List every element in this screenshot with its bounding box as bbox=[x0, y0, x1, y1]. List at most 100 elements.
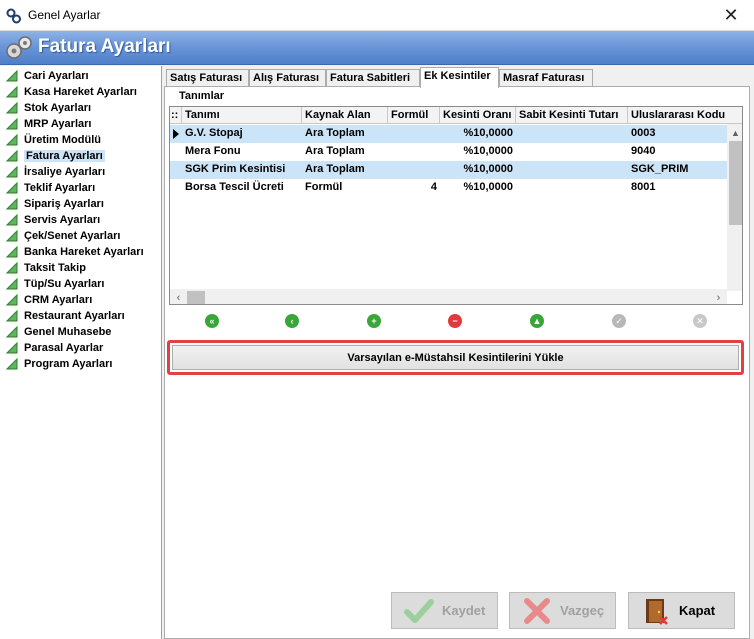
column-header-tanimi[interactable]: Tanımı bbox=[182, 107, 302, 124]
cell-kesinti-orani[interactable]: %10,0000 bbox=[440, 179, 516, 197]
cell-formul[interactable] bbox=[388, 143, 440, 161]
cell-kaynak-alan[interactable]: Ara Toplam bbox=[302, 143, 388, 161]
cell-sabit-kesinti-tutari[interactable] bbox=[516, 125, 628, 143]
sidebar-item-restaurant-ayarları[interactable]: Restaurant Ayarları bbox=[0, 308, 161, 324]
column-header-kesinti-orani[interactable]: Kesinti Oranı bbox=[440, 107, 516, 124]
tab-satis-faturasi[interactable]: Satış Faturası bbox=[166, 69, 249, 87]
sidebar-item-taksit-takip[interactable]: Taksit Takip bbox=[0, 260, 161, 276]
close-button[interactable]: Kapat bbox=[628, 592, 735, 629]
table-row[interactable]: SGK Prim Kesintisi Ara Toplam %10,0000 S… bbox=[170, 161, 727, 179]
grid-header: :: Tanımı Kaynak Alan Formül Kesinti Ora… bbox=[170, 107, 742, 124]
scroll-up-icon[interactable]: ▲ bbox=[727, 124, 742, 141]
cell-kesinti-orani[interactable]: %10,0000 bbox=[440, 143, 516, 161]
sidebar-item-label: Çek/Senet Ayarları bbox=[24, 230, 121, 242]
cell-formul[interactable] bbox=[388, 125, 440, 143]
sidebar-item-servis-ayarları[interactable]: Servis Ayarları bbox=[0, 212, 161, 228]
tab-fatura-sabitleri[interactable]: Fatura Sabitleri bbox=[326, 69, 420, 87]
sidebar-item-parasal-ayarlar[interactable]: Parasal Ayarlar bbox=[0, 340, 161, 356]
column-header-uluslararasi-kodu[interactable]: Uluslararası Kodu bbox=[628, 107, 727, 124]
close-button-label: Kapat bbox=[679, 603, 716, 618]
vertical-scroll-thumb[interactable] bbox=[729, 141, 742, 225]
sidebar-item-teklif-ayarları[interactable]: Teklif Ayarları bbox=[0, 180, 161, 196]
current-row-indicator-icon bbox=[173, 129, 179, 139]
cell-formul[interactable] bbox=[388, 161, 440, 179]
cross-icon bbox=[524, 597, 550, 624]
load-default-deductions-button[interactable]: Varsayılan e-Müstahsil Kesintilerini Yük… bbox=[172, 345, 739, 370]
table-row[interactable]: G.V. Stopaj Ara Toplam %10,0000 0003 bbox=[170, 125, 727, 143]
settings-sidebar: Cari Ayarları Kasa Hareket Ayarları Stok A… bbox=[0, 66, 162, 639]
cell-sabit-kesinti-tutari[interactable] bbox=[516, 161, 628, 179]
cell-kaynak-alan[interactable]: Formül bbox=[302, 179, 388, 197]
cancel-button[interactable]: Vazgeç bbox=[509, 592, 616, 629]
cell-tanimi[interactable]: Mera Fonu bbox=[182, 143, 302, 161]
table-row[interactable]: Mera Fonu Ara Toplam %10,0000 9040 bbox=[170, 143, 727, 161]
sidebar-item-fatura-ayarları[interactable]: Fatura Ayarları bbox=[0, 148, 161, 164]
window-title: Genel Ayarlar bbox=[28, 8, 101, 22]
cell-tanimi[interactable]: SGK Prim Kesintisi bbox=[182, 161, 302, 179]
sidebar-item-tüp-su-ayarları[interactable]: Tüp/Su Ayarları bbox=[0, 276, 161, 292]
sidebar-item-çek-senet-ayarları[interactable]: Çek/Senet Ayarları bbox=[0, 228, 161, 244]
save-button[interactable]: Kaydet bbox=[391, 592, 498, 629]
cell-formul[interactable]: 4 bbox=[388, 179, 440, 197]
sidebar-item-crm-ayarları[interactable]: CRM Ayarları bbox=[0, 292, 161, 308]
sidebar-item-cari-ayarları[interactable]: Cari Ayarları bbox=[0, 68, 161, 84]
table-row[interactable]: Borsa Tescil Ücreti Formül 4 %10,0000 80… bbox=[170, 179, 727, 197]
sidebar-item-label: Genel Muhasebe bbox=[24, 326, 112, 338]
green-triangle-icon bbox=[6, 310, 18, 322]
tab-alis-faturasi[interactable]: Alış Faturası bbox=[249, 69, 326, 87]
sidebar-item-label: Teklif Ayarları bbox=[24, 182, 96, 194]
cell-uluslararasi-kodu[interactable]: 9040 bbox=[628, 143, 727, 161]
sidebar-item-kasa-hareket-ayarları[interactable]: Kasa Hareket Ayarları bbox=[0, 84, 161, 100]
cell-uluslararasi-kodu[interactable]: SGK_PRIM bbox=[628, 161, 727, 179]
first-record-icon[interactable]: « bbox=[205, 314, 219, 328]
prev-record-icon[interactable]: ‹ bbox=[285, 314, 299, 328]
cancel-record-icon[interactable]: ✕ bbox=[693, 314, 707, 328]
column-header-formul[interactable]: Formül bbox=[388, 107, 440, 124]
scroll-right-icon[interactable]: › bbox=[710, 289, 727, 304]
sidebar-item-label: Sipariş Ayarları bbox=[24, 198, 104, 210]
sidebar-item-label: Restaurant Ayarları bbox=[24, 310, 125, 322]
sidebar-item-banka-hareket-ayarları[interactable]: Banka Hareket Ayarları bbox=[0, 244, 161, 260]
horizontal-scrollbar[interactable]: ‹ › bbox=[170, 289, 727, 304]
close-window-button[interactable]: ✕ bbox=[708, 0, 754, 31]
sidebar-item-sipariş-ayarları[interactable]: Sipariş Ayarları bbox=[0, 196, 161, 212]
deductions-grid[interactable]: :: Tanımı Kaynak Alan Formül Kesinti Ora… bbox=[169, 106, 743, 305]
app-icon bbox=[6, 8, 21, 24]
cell-uluslararasi-kodu[interactable]: 8001 bbox=[628, 179, 727, 197]
sidebar-item-mrp-ayarları[interactable]: MRP Ayarları bbox=[0, 116, 161, 132]
cell-sabit-kesinti-tutari[interactable] bbox=[516, 143, 628, 161]
sidebar-item-stok-ayarları[interactable]: Stok Ayarları bbox=[0, 100, 161, 116]
sidebar-item-genel-muhasebe[interactable]: Genel Muhasebe bbox=[0, 324, 161, 340]
column-header-sabit-kesinti-tutari[interactable]: Sabit Kesinti Tutarı bbox=[516, 107, 628, 124]
load-button-highlight: Varsayılan e-Müstahsil Kesintilerini Yük… bbox=[167, 340, 744, 375]
tab-ek-kesintiler[interactable]: Ek Kesintiler bbox=[420, 67, 499, 88]
sidebar-item-üretim-modülü[interactable]: Üretim Modülü bbox=[0, 132, 161, 148]
record-navigator: « ‹ + − ▲ ✓ ✕ bbox=[169, 308, 743, 334]
column-header-kaynak-alan[interactable]: Kaynak Alan bbox=[302, 107, 388, 124]
cell-kaynak-alan[interactable]: Ara Toplam bbox=[302, 161, 388, 179]
cell-kesinti-orani[interactable]: %10,0000 bbox=[440, 161, 516, 179]
post-record-icon[interactable]: ✓ bbox=[612, 314, 626, 328]
vertical-scrollbar[interactable]: ▲ bbox=[727, 124, 742, 291]
tab-strip: Satış Faturası Alış Faturası Fatura Sabi… bbox=[166, 67, 746, 88]
scroll-left-icon[interactable]: ‹ bbox=[170, 289, 187, 304]
green-triangle-icon bbox=[6, 230, 18, 242]
cell-sabit-kesinti-tutari[interactable] bbox=[516, 179, 628, 197]
edit-record-icon[interactable]: ▲ bbox=[530, 314, 544, 328]
cell-tanimi[interactable]: Borsa Tescil Ücreti bbox=[182, 179, 302, 197]
save-button-label: Kaydet bbox=[442, 603, 486, 618]
sidebar-item-i-rsaliye-ayarları[interactable]: İrsaliye Ayarları bbox=[0, 164, 161, 180]
green-triangle-icon bbox=[6, 86, 18, 98]
sidebar-item-program-ayarları[interactable]: Program Ayarları bbox=[0, 356, 161, 372]
green-triangle-icon bbox=[6, 102, 18, 114]
cell-tanimi[interactable]: G.V. Stopaj bbox=[182, 125, 302, 143]
green-triangle-icon bbox=[6, 278, 18, 290]
cell-kaynak-alan[interactable]: Ara Toplam bbox=[302, 125, 388, 143]
add-record-icon[interactable]: + bbox=[367, 314, 381, 328]
sidebar-item-label: Kasa Hareket Ayarları bbox=[24, 86, 137, 98]
tab-masraf-faturasi[interactable]: Masraf Faturası bbox=[499, 69, 593, 87]
horizontal-scroll-thumb[interactable] bbox=[187, 291, 205, 304]
cell-kesinti-orani[interactable]: %10,0000 bbox=[440, 125, 516, 143]
delete-record-icon[interactable]: − bbox=[448, 314, 462, 328]
cell-uluslararasi-kodu[interactable]: 0003 bbox=[628, 125, 727, 143]
